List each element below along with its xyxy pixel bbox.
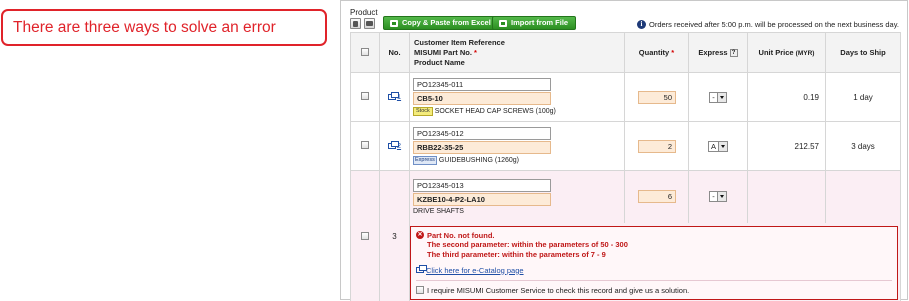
import-arrow-icon [499,19,507,27]
col-days-to-ship: Days to Ship [825,32,901,73]
unit-price [747,170,826,223]
trash-icon[interactable] [350,18,361,29]
reference-input[interactable]: PO12345-011 [413,78,551,91]
part-no-input[interactable]: KZBE10-4-P2-LA10 [413,192,551,206]
row-detail-link[interactable]: 1 [387,91,401,101]
quantity-input[interactable]: 50 [638,90,676,104]
col-reference: Customer Item Reference MISUMI Part No. … [409,32,625,73]
popup-window-icon [387,140,399,149]
table-row: 2 PO12345-012 RBB22-35-25 Express GUIDEBU… [350,121,901,171]
chevron-down-icon [716,192,726,202]
select-all-cell [350,32,380,73]
row-checkbox[interactable] [361,231,369,240]
quantity-input[interactable]: 2 [638,139,676,153]
chevron-down-icon [718,141,727,151]
product-name: SOCKET HEAD CAP SCREWS (100g) [434,108,556,115]
customer-service-request: I require MISUMI Customer Service to che… [416,279,892,295]
instruction-callout: There are three ways to solve an error [1,9,327,46]
product-icon-group [350,18,375,29]
table-header-row: No. Customer Item Reference MISUMI Part … [350,32,901,73]
col-no: No. [379,32,410,73]
col-quantity: Quantity * [624,32,689,73]
quantity-input[interactable]: 6 [638,190,676,204]
import-from-file-button[interactable]: Import from File [492,16,577,30]
customer-service-checkbox[interactable] [416,286,424,294]
stock-badge: Stock [413,107,433,116]
row-checkbox[interactable] [361,141,369,149]
order-table: No. Customer Item Reference MISUMI Part … [350,32,901,301]
error-icon: ✕ [416,231,424,239]
part-no-input[interactable]: RBB22-35-25 [413,141,551,154]
days-to-ship: 1 day [825,72,901,122]
error-table-row: 3 PO12345-013 KZBE10-4-P2-LA10 DRIVE SHA… [350,170,901,301]
express-badge: Express [413,156,437,165]
product-name: GUIDEBUSHING (1260g) [438,157,520,164]
express-select[interactable]: A [707,140,728,152]
row-detail-link[interactable]: 2 [387,140,401,150]
unit-price: 212.57 [747,121,826,171]
order-panel: Product Copy & Paste from Excel Import f… [340,0,908,301]
row-number: 3 [379,170,410,301]
error-detail: The second parameter: within the paramet… [427,239,628,249]
error-detail: The third parameter: within the paramete… [427,249,606,259]
copy-icon[interactable] [364,18,375,29]
table-row: 1 PO12345-011 CB5-10 Stock SOCKET HEAD CA… [350,72,901,122]
import-arrow-icon [390,19,398,27]
select-all-checkbox[interactable] [361,47,369,56]
popup-window-icon [416,265,427,273]
express-select[interactable]: - [709,91,727,103]
product-name: DRIVE SHAFTS [413,207,464,215]
product-section-label: Product [350,8,378,17]
unit-price: 0.19 [747,72,826,122]
error-title: Part No. not found. [427,230,495,240]
error-message-box: ✕ Part No. not found. The second paramete… [410,225,898,300]
chevron-down-icon [716,92,726,102]
ecatalog-link[interactable]: Click here for e-Catalog page [416,265,892,275]
copy-paste-excel-button[interactable]: Copy & Paste from Excel [383,16,499,30]
business-day-notice: i Orders received after 5:00 p.m. will b… [637,20,899,29]
part-no-input[interactable]: CB5-10 [413,92,551,105]
col-unit-price: Unit Price (MYR) [747,32,826,73]
help-icon[interactable]: ? [729,49,738,57]
col-express: Express ? [688,32,748,73]
row-checkbox[interactable] [361,92,369,100]
popup-window-icon [387,91,399,100]
reference-input[interactable]: PO12345-012 [413,127,551,140]
days-to-ship: 3 days [825,121,901,171]
days-to-ship [825,170,901,223]
express-select[interactable]: - [709,191,727,203]
info-icon: i [637,20,646,29]
reference-input[interactable]: PO12345-013 [413,178,551,192]
